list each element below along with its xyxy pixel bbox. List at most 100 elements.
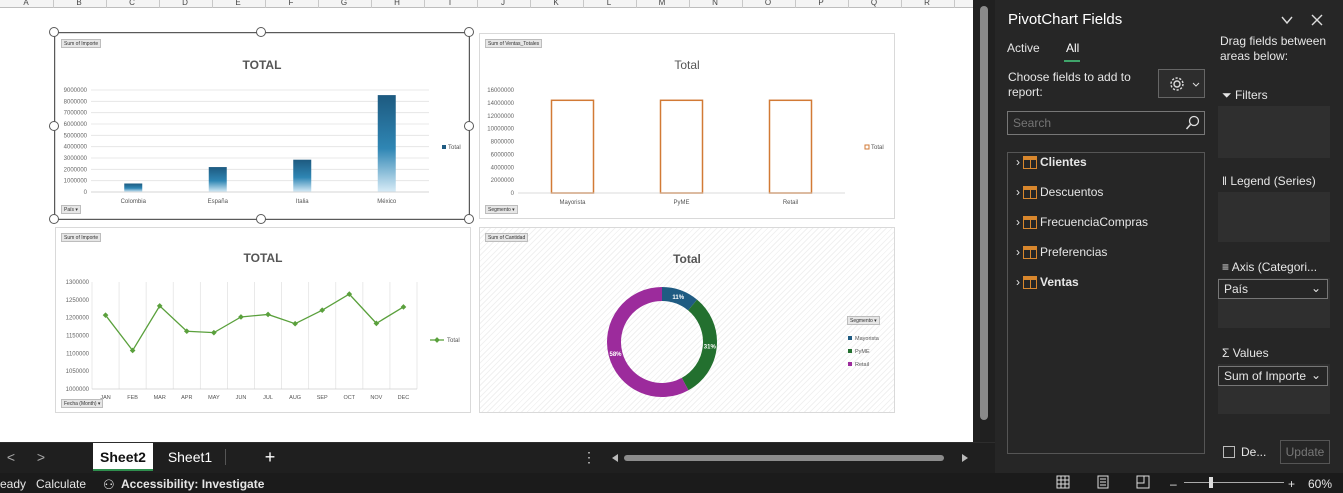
next-sheet-icon[interactable]: > [34,443,48,471]
field-frecuenciacompras[interactable]: › FrecuenciaCompras [1016,215,1148,229]
column-header-c[interactable]: C [106,0,158,7]
legend-icon: ‖ [1222,174,1227,188]
settings-gear-button[interactable] [1158,69,1205,98]
column-header-n[interactable]: N [689,0,741,7]
axis-field-button-segmento[interactable]: Segmento ▾ [485,205,518,214]
values-field-sum-importe[interactable]: Sum of Importe ⌄ [1218,366,1328,386]
column-header-b[interactable]: B [53,0,105,7]
x-tick-label: DEC [398,395,410,401]
scroll-right-icon[interactable] [960,453,970,463]
status-bar: eady Calculate ⚇ Accessibility: Investig… [0,473,1343,493]
x-tick-label: FEB [127,395,138,401]
legend-drop-area[interactable] [1218,192,1330,242]
legend-label: PyME [855,349,870,355]
vertical-scrollbar[interactable] [973,0,995,442]
field-descuentos[interactable]: › Descuentos [1016,185,1103,199]
close-icon[interactable] [1311,14,1323,26]
x-tick-label: SEP [317,395,328,401]
expand-chevron-icon[interactable]: › [1016,275,1020,289]
donut-slice-retail [607,287,689,397]
resize-handle-b[interactable] [256,214,266,224]
tab-sheet2[interactable]: Sheet2 [93,443,153,471]
legend-swatch-mayorista [848,336,852,340]
data-point-sep [319,307,326,314]
tab-all[interactable]: All [1066,41,1079,55]
column-header-a[interactable]: A [0,0,52,7]
more-options-icon[interactable]: ⋮ [582,443,596,471]
accessibility-status[interactable]: Accessibility: Investigate [121,477,264,491]
expand-chevron-icon[interactable]: › [1016,245,1020,259]
donut-chart-plot: 11% 31% 58% Mayorista PyME Retail [607,287,880,397]
scroll-left-icon[interactable] [610,453,620,463]
zoom-in-button[interactable]: + [1288,477,1295,491]
zoom-level[interactable]: 60% [1308,477,1332,491]
normal-view-icon[interactable] [1056,475,1070,492]
zoom-slider-thumb[interactable] [1209,477,1213,488]
add-sheet-button[interactable]: + [260,443,280,471]
resize-handle-bl[interactable] [49,214,59,224]
zoom-out-button[interactable]: – [1170,477,1177,491]
horizontal-scrollbar[interactable] [610,453,970,463]
column-header-r[interactable]: R [901,0,953,7]
resize-handle-r[interactable] [464,121,474,131]
expand-chevron-icon[interactable]: › [1016,155,1020,169]
filters-drop-area[interactable] [1218,106,1330,158]
column-header-l[interactable]: L [583,0,635,7]
expand-chevron-icon[interactable]: › [1016,215,1020,229]
column-header-i[interactable]: I [424,0,476,7]
field-preferencias[interactable]: › Preferencias [1016,245,1107,259]
column-header-p[interactable]: P [795,0,847,7]
page-layout-view-icon[interactable] [1096,475,1110,492]
column-header-q[interactable]: Q [848,0,900,7]
resize-handle-t[interactable] [256,27,266,37]
data-label-mayorista: 11% [672,295,684,301]
y-tick-label: 1300000 [66,280,90,286]
bar-retail [768,99,813,194]
status-calculate[interactable]: Calculate [36,477,86,491]
chevron-down-icon [1192,82,1200,87]
column-header-m[interactable]: M [636,0,688,7]
field-ventas[interactable]: › Ventas [1016,275,1079,289]
resize-handle-tl[interactable] [49,27,59,37]
column-header-j[interactable]: J [477,0,529,7]
axis-field-pais[interactable]: País ⌄ [1218,279,1328,299]
search-input[interactable] [1013,115,1173,131]
sheet-tabs-bar: < > Sheet2 Sheet1 + ⋮ [0,442,995,473]
y-tick-label: 4000000 [491,165,515,171]
field-label: Clientes [1040,155,1087,169]
field-clientes[interactable]: › Clientes [1016,155,1087,169]
vertical-scroll-thumb[interactable] [980,6,988,420]
column-header-g[interactable]: G [318,0,370,7]
defer-update-checkbox[interactable] [1223,446,1235,458]
update-button[interactable]: Update [1280,440,1330,464]
legend-label: Total [447,338,460,344]
legend-area-header: ‖ Legend (Series) [1222,174,1316,188]
resize-handle-br[interactable] [464,214,474,224]
column-header-k[interactable]: K [530,0,582,7]
tab-active[interactable]: Active [1007,41,1040,55]
x-tick-label: OCT [343,395,355,401]
page-break-view-icon[interactable] [1136,475,1150,492]
chart-cantidad-by-segment[interactable]: Sum of Cantidad Total 11% 31% 58% Mayorista… [479,227,895,413]
column-header-o[interactable]: O [742,0,794,7]
expand-chevron-icon[interactable]: › [1016,185,1020,199]
column-header-e[interactable]: E [212,0,264,7]
field-label: Descuentos [1040,185,1104,199]
column-header-d[interactable]: D [159,0,211,7]
worksheet-grid[interactable]: Sum of Importe TOTAL 9000000 8000000 70000… [0,8,973,442]
chart-ventas-by-segment[interactable]: Sum of Ventas_Totales Total 16000000 1400… [479,33,895,219]
column-header-f[interactable]: F [265,0,317,7]
resize-handle-tr[interactable] [464,27,474,37]
horizontal-scroll-thumb[interactable] [624,455,944,461]
column-header-h[interactable]: H [371,0,423,7]
resize-handle-l[interactable] [49,121,59,131]
chevron-down-icon[interactable] [1281,14,1293,26]
axis-field-button-fecha[interactable]: Fecha (Month) ▾ [61,399,104,408]
zoom-slider-track[interactable] [1184,482,1284,483]
chart-importe-by-month[interactable]: Sum of Importe TOTAL 1300000 1250000 12000… [55,227,471,413]
legend-field-button-segmento[interactable]: Segmento ▾ [847,316,880,325]
prev-sheet-icon[interactable]: < [4,443,18,471]
field-label: Ventas [1040,275,1079,289]
field-search-box[interactable] [1007,111,1205,135]
tab-sheet1[interactable]: Sheet1 [160,443,220,471]
